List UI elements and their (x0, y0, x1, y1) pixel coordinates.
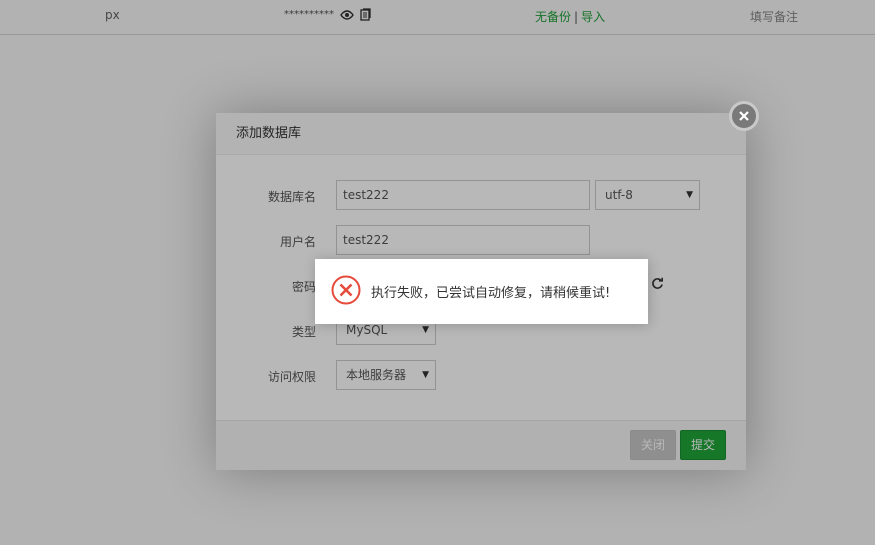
access-row: 访问权限 本地服务器 ▼ (216, 360, 746, 390)
charset-value: utf-8 (605, 188, 633, 202)
access-select[interactable]: 本地服务器 ▼ (336, 360, 436, 390)
toast-message: 执行失败，已尝试自动修复，请稍候重试! (371, 286, 611, 301)
dialog-title: 添加数据库 (216, 113, 746, 155)
db-name-input[interactable]: test222 (336, 180, 590, 210)
db-name-label: 数据库名 (267, 190, 316, 204)
refresh-icon[interactable] (651, 277, 664, 293)
type-label: 类型 (291, 325, 316, 339)
chevron-down-icon: ▼ (422, 370, 429, 380)
db-name-row: 数据库名 test222 utf-8 ▼ (216, 180, 746, 210)
access-label: 访问权限 (267, 370, 316, 384)
submit-button[interactable]: 提交 (680, 430, 727, 460)
type-value: MySQL (346, 323, 388, 337)
username-input[interactable]: test222 (336, 225, 590, 255)
error-toast: 执行失败，已尝试自动修复，请稍候重试! (315, 259, 648, 324)
close-icon[interactable] (729, 101, 759, 131)
dialog-footer: 关闭 提交 (216, 420, 746, 470)
charset-select[interactable]: utf-8 ▼ (595, 180, 700, 210)
access-value: 本地服务器 (346, 368, 407, 382)
close-button[interactable]: 关闭 (630, 430, 677, 460)
chevron-down-icon: ▼ (686, 190, 693, 200)
error-icon (331, 275, 361, 308)
username-label: 用户名 (279, 235, 316, 249)
username-row: 用户名 test222 (216, 225, 746, 255)
password-label: 密码 (291, 280, 316, 294)
